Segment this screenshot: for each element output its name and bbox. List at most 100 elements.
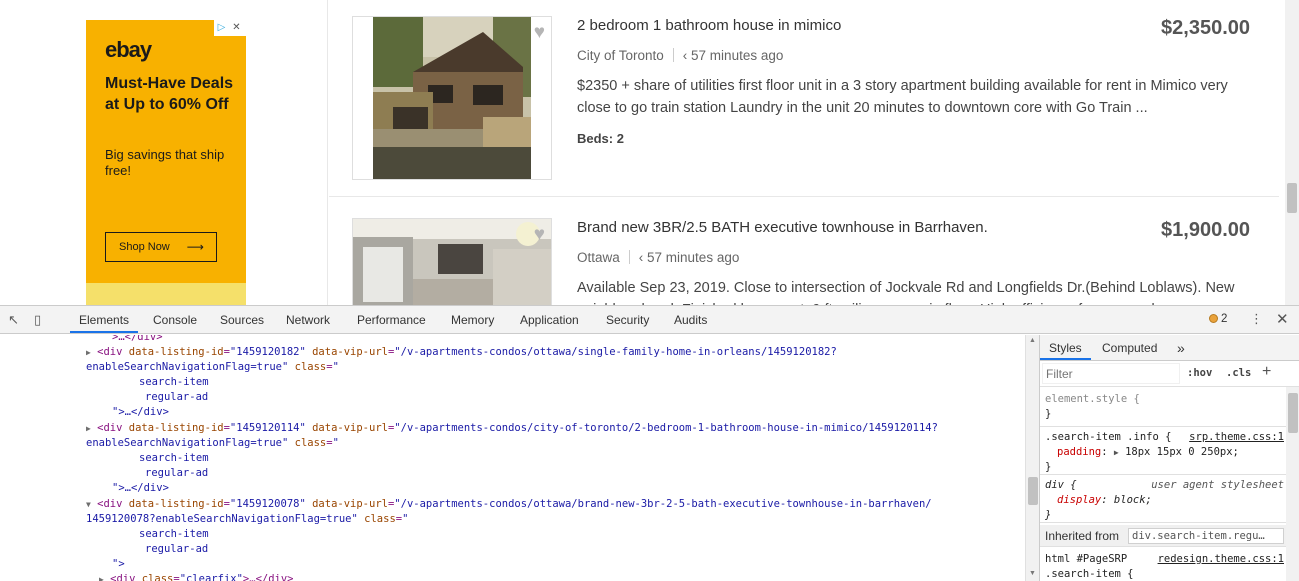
rule-selector: div { bbox=[1045, 479, 1077, 491]
listing-price: $2,350.00 bbox=[1161, 17, 1250, 39]
expand-triangle-icon[interactable]: ▶ bbox=[1114, 448, 1119, 457]
dom-attr-name: data-listing-id bbox=[128, 498, 224, 510]
ad-shop-now-button[interactable]: Shop Now ⟶ bbox=[105, 232, 217, 262]
ebay-ad-banner[interactable]: ▷ ✕ ebay Must-Have Deals at Up to 60% Off… bbox=[86, 20, 246, 305]
dom-class-value: regular-ad bbox=[145, 543, 209, 555]
dom-attr-name: data-vip-url bbox=[312, 422, 388, 434]
tab-styles[interactable]: Styles bbox=[1040, 335, 1091, 360]
elements-scrollbar-thumb[interactable] bbox=[1028, 477, 1038, 505]
inherited-label: Inherited from bbox=[1045, 529, 1120, 543]
dom-node-continuation: enableSearchNavigationFlag=true" class=" bbox=[86, 361, 339, 373]
styles-filter-bar: :hov .cls + bbox=[1040, 361, 1299, 387]
style-rule-inherited[interactable]: html #PageSRP redesign.theme.css:1 .sear… bbox=[1040, 549, 1286, 581]
css-value: block; bbox=[1113, 494, 1152, 506]
listing-thumbnail[interactable]: ♥ bbox=[352, 218, 552, 305]
style-rule-user-agent[interactable]: div { user agent stylesheet display: blo… bbox=[1040, 476, 1286, 523]
close-devtools-icon[interactable]: ✕ bbox=[1276, 310, 1289, 328]
listing-meta: Ottawa ‹ 57 minutes ago bbox=[577, 250, 739, 265]
scroll-down-icon[interactable]: ▼ bbox=[1029, 570, 1036, 577]
page-scrollbar[interactable] bbox=[1285, 0, 1299, 305]
ad-footer-strip bbox=[86, 283, 246, 305]
more-tabs-icon[interactable]: » bbox=[1177, 335, 1185, 360]
listing-thumbnail[interactable]: ♥ bbox=[352, 16, 552, 180]
dom-attr-value: " bbox=[332, 437, 339, 449]
dom-attr-value: "1459120182" bbox=[229, 346, 306, 358]
hover-state-toggle[interactable]: :hov bbox=[1187, 367, 1212, 379]
elements-tree[interactable]: >…</div> ▶ <div data-listing-id="1459120… bbox=[0, 335, 1025, 581]
dom-attr-name: data-vip-url bbox=[312, 498, 388, 510]
ad-choices-icon[interactable]: ▷ bbox=[214, 20, 229, 36]
listing-item[interactable]: ♥ 2 bedroom 1 bathroom house in mimico $… bbox=[329, 0, 1279, 185]
scroll-up-icon[interactable]: ▲ bbox=[1029, 337, 1036, 344]
listing-title[interactable]: Brand new 3BR/2.5 BATH executive townhou… bbox=[577, 219, 988, 236]
listing-photo bbox=[353, 219, 551, 305]
favorite-heart-icon[interactable]: ♥ bbox=[534, 225, 545, 244]
listing-location: City of Toronto bbox=[577, 48, 664, 63]
tab-elements[interactable]: Elements bbox=[70, 306, 139, 333]
rule-source-link[interactable]: redesign.theme.css:1 bbox=[1158, 552, 1284, 567]
favorite-heart-icon[interactable]: ♥ bbox=[534, 23, 545, 42]
listing-price: $1,900.00 bbox=[1161, 219, 1250, 241]
expand-triangle-icon[interactable]: ▶ bbox=[86, 424, 91, 433]
listing-time: ‹ 57 minutes ago bbox=[638, 250, 740, 265]
styles-tabbar: Styles Computed » bbox=[1040, 335, 1299, 361]
dom-attr-value: " bbox=[402, 513, 409, 525]
styles-scrollbar[interactable] bbox=[1286, 387, 1299, 581]
tab-console[interactable]: Console bbox=[153, 306, 197, 333]
dom-node-listing-expanded[interactable]: ▼ <div data-listing-id="1459120078" data… bbox=[86, 497, 932, 512]
device-toolbar-icon[interactable]: ▯ bbox=[34, 312, 41, 328]
ad-close-icon[interactable]: ✕ bbox=[229, 20, 244, 36]
ad-headline: Must-Have Deals at Up to 60% Off bbox=[105, 75, 234, 113]
collapse-triangle-icon[interactable]: ▼ bbox=[86, 500, 91, 509]
tab-security[interactable]: Security bbox=[606, 306, 649, 333]
tab-performance[interactable]: Performance bbox=[357, 306, 426, 333]
rule-selector: element.style { bbox=[1045, 393, 1140, 405]
expand-triangle-icon[interactable]: ▶ bbox=[99, 575, 104, 581]
rule-declaration[interactable]: padding: ▶ 18px 15px 0 250px; bbox=[1045, 445, 1286, 460]
inspect-element-icon[interactable]: ↖ bbox=[8, 312, 19, 328]
dom-class-value: regular-ad bbox=[145, 391, 209, 403]
rule-selector: .search-item .info { bbox=[1045, 431, 1172, 443]
new-rule-icon[interactable]: + bbox=[1262, 363, 1271, 381]
expand-triangle-icon[interactable]: ▶ bbox=[86, 348, 91, 357]
style-rule-element[interactable]: element.style { } bbox=[1040, 392, 1286, 427]
tab-application[interactable]: Application bbox=[520, 306, 579, 333]
dom-attr-value: "/v-apartments-condos/ottawa/single-fami… bbox=[394, 346, 837, 358]
dom-class-value: search-item bbox=[139, 528, 209, 540]
rule-selector: .search-item { bbox=[1045, 568, 1134, 580]
dom-node-closing: ">…</div> bbox=[112, 405, 169, 420]
dom-attr-value: 1459120078?enableSearchNavigationFlag=tr… bbox=[86, 513, 358, 525]
ad-button-label: Shop Now bbox=[119, 241, 170, 253]
dom-node-listing[interactable]: ▶ <div data-listing-id="1459120182" data… bbox=[86, 345, 837, 360]
ad-choices[interactable]: ▷ ✕ bbox=[214, 20, 246, 36]
tab-audits[interactable]: Audits bbox=[674, 306, 707, 333]
inherited-element-link[interactable]: div.search-item.regu… bbox=[1128, 528, 1284, 544]
kebab-menu-icon[interactable]: ⋮ bbox=[1250, 311, 1263, 327]
styles-pane: Styles Computed » :hov .cls + element.st… bbox=[1039, 335, 1299, 581]
dom-node-collapsed[interactable]: >…</div> bbox=[112, 335, 163, 345]
listing-title[interactable]: 2 bedroom 1 bathroom house in mimico bbox=[577, 17, 841, 34]
dom-attr-name: class bbox=[294, 361, 327, 373]
page-viewport: ▷ ✕ ebay Must-Have Deals at Up to 60% Off… bbox=[0, 0, 1299, 305]
elements-scrollbar[interactable]: ▲ ▼ bbox=[1025, 335, 1039, 581]
rule-source-link[interactable]: srp.theme.css:1 bbox=[1189, 430, 1284, 445]
tab-network[interactable]: Network bbox=[286, 306, 330, 333]
dom-attr-name: data-vip-url bbox=[312, 346, 388, 358]
meta-divider bbox=[628, 250, 630, 264]
listing-time: ‹ 57 minutes ago bbox=[682, 48, 784, 63]
style-rule[interactable]: .search-item .info { srp.theme.css:1 pad… bbox=[1040, 428, 1286, 475]
tab-computed[interactable]: Computed bbox=[1102, 335, 1157, 360]
dom-node-listing[interactable]: ▶ <div data-listing-id="1459120114" data… bbox=[86, 421, 938, 436]
dom-close-tag: ">…</div> bbox=[112, 482, 169, 494]
styles-filter-input[interactable] bbox=[1042, 363, 1180, 384]
arrow-right-icon: ⟶ bbox=[186, 240, 204, 254]
page-scrollbar-thumb[interactable] bbox=[1287, 183, 1297, 213]
tab-memory[interactable]: Memory bbox=[451, 306, 494, 333]
class-toggle[interactable]: .cls bbox=[1226, 367, 1251, 379]
error-counter[interactable]: 2 bbox=[1209, 313, 1227, 325]
dom-attr-value: "/v-apartments-condos/city-of-toronto/2-… bbox=[394, 422, 938, 434]
listing-item[interactable]: ♥ Brand new 3BR/2.5 BATH executive townh… bbox=[329, 196, 1279, 305]
dom-tag: <div bbox=[97, 498, 129, 510]
styles-scrollbar-thumb[interactable] bbox=[1288, 393, 1298, 433]
tab-sources[interactable]: Sources bbox=[220, 306, 264, 333]
